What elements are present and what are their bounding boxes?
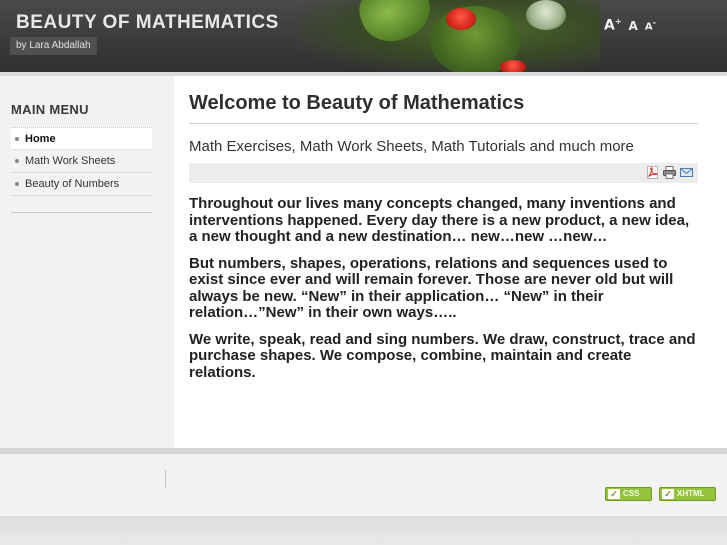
site-header: BEAUTY OF MATHEMATICS by Lara Abdallah A… <box>0 0 727 72</box>
xhtml-badge-label: XHTML <box>677 489 705 498</box>
article-paragraph: Throughout our lives many concepts chang… <box>189 195 690 245</box>
font-size-tools: A+ A A- <box>604 17 656 34</box>
site-footer: ✓ CSS ✓ XHTML <box>0 454 727 516</box>
page-title: Welcome to Beauty of Mathematics <box>189 92 525 114</box>
footer-divider <box>165 470 166 488</box>
xhtml-valid-badge[interactable]: ✓ XHTML <box>659 487 716 501</box>
article-paragraph: But numbers, shapes, operations, relatio… <box>189 254 674 321</box>
decrease-font-icon[interactable]: A- <box>645 18 656 32</box>
css-badge-label: CSS <box>623 489 640 498</box>
sidebar-item-math-work-sheets[interactable]: Math Work Sheets <box>11 150 152 173</box>
site-byline: by Lara Abdallah <box>10 37 97 55</box>
bottom-band <box>0 516 727 545</box>
title-divider <box>189 123 698 124</box>
check-icon: ✓ <box>608 489 620 499</box>
frog-foot-image <box>500 60 526 72</box>
increase-font-icon[interactable]: A+ <box>604 17 622 34</box>
frog-highlight-image <box>526 0 566 30</box>
article-tools-bar <box>189 163 698 183</box>
page-subtitle: Math Exercises, Math Work Sheets, Math T… <box>189 138 634 155</box>
sidebar-item-home[interactable]: Home <box>11 127 152 150</box>
frog-eye-image <box>446 8 476 30</box>
print-icon[interactable] <box>663 166 676 179</box>
reset-font-icon[interactable]: A <box>629 19 638 33</box>
main-content: Welcome to Beauty of Mathematics Math Ex… <box>174 72 727 448</box>
email-icon[interactable] <box>680 166 693 179</box>
sidebar-item-beauty-of-numbers[interactable]: Beauty of Numbers <box>11 173 152 196</box>
pdf-icon[interactable] <box>646 166 659 179</box>
check-icon: ✓ <box>662 489 674 499</box>
main-menu-title: MAIN MENU <box>11 102 89 117</box>
main-menu: Home Math Work Sheets Beauty of Numbers <box>11 127 152 196</box>
article-paragraph: We write, speak, read and sing numbers. … <box>189 330 696 381</box>
article-body: Throughout our lives many concepts chang… <box>189 195 701 391</box>
menu-divider <box>11 212 152 213</box>
site-title[interactable]: BEAUTY OF MATHEMATICS <box>16 12 279 34</box>
css-valid-badge[interactable]: ✓ CSS <box>605 487 652 501</box>
sidebar: MAIN MENU Home Math Work Sheets Beauty o… <box>0 72 174 448</box>
